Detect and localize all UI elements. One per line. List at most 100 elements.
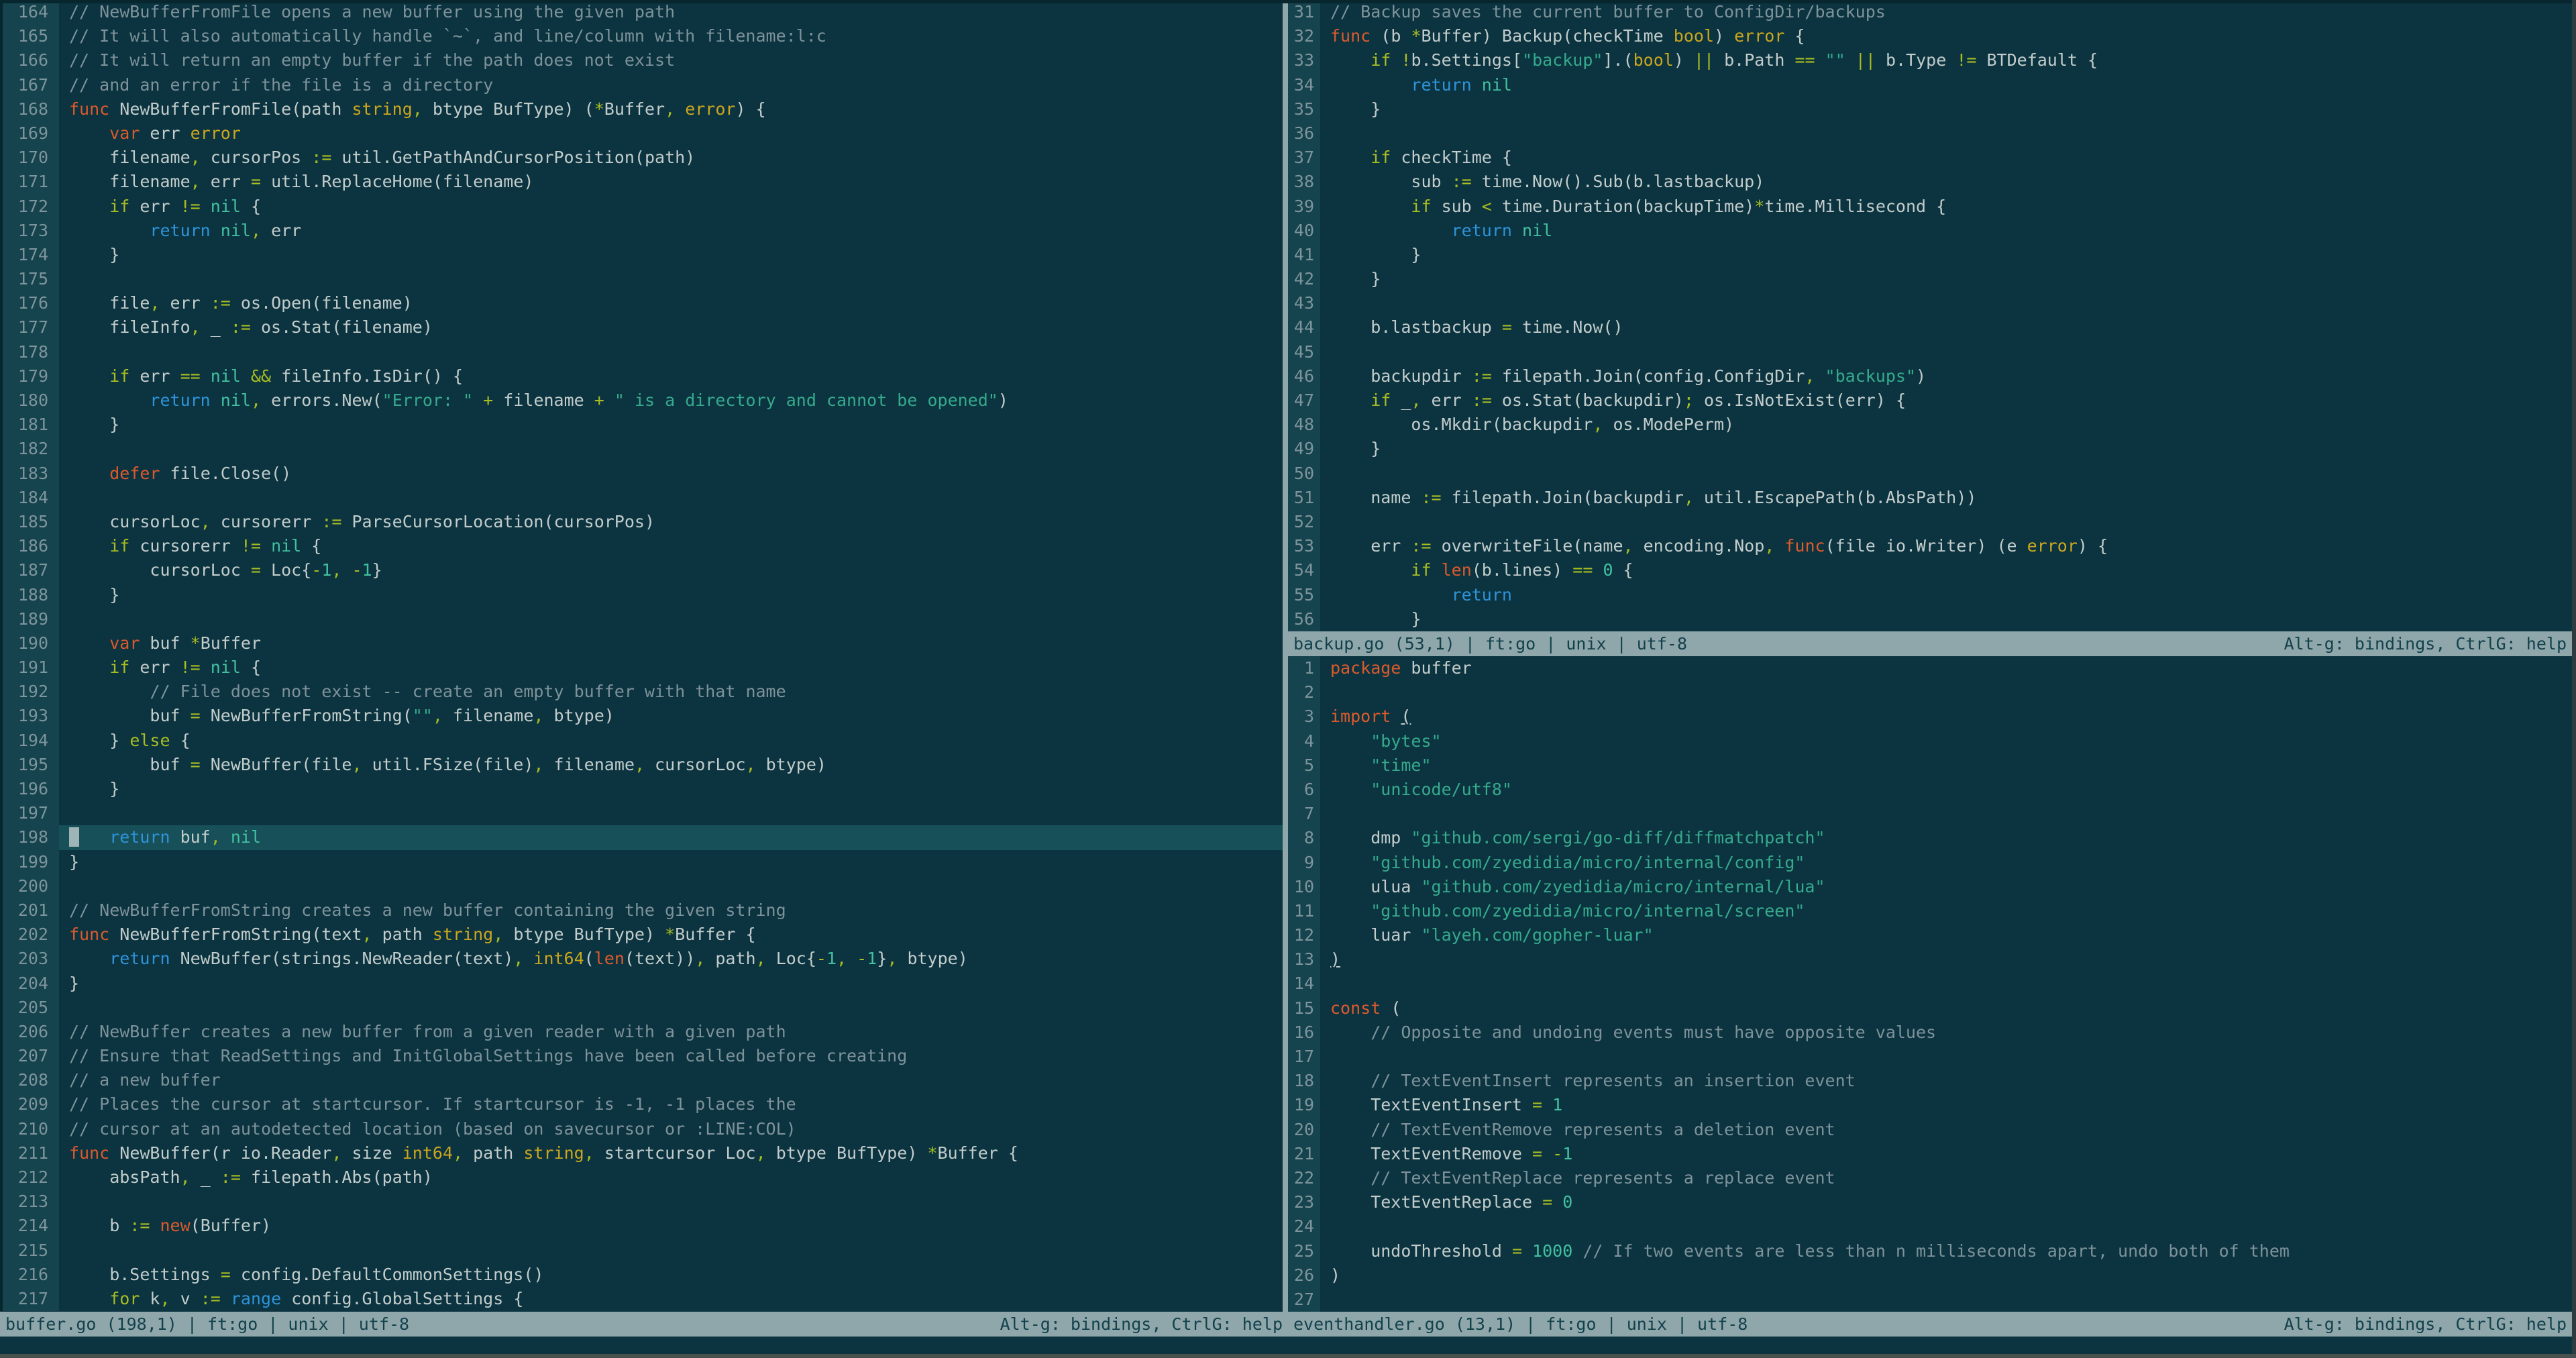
code-line[interactable]: 12 luar "layeh.com/gopher-luar" xyxy=(1288,923,2572,948)
code-line[interactable]: 21 TextEventRemove = -1 xyxy=(1288,1141,2572,1166)
code-text[interactable]: TextEventRemove = -1 xyxy=(1320,1142,2572,1166)
code-text[interactable]: "github.com/zyedidia/micro/internal/conf… xyxy=(1320,851,2572,875)
code-text[interactable]: filename, err = util.ReplaceHome(filenam… xyxy=(59,170,1283,194)
code-line[interactable]: 16 // Opposite and undoing events must h… xyxy=(1288,1020,2572,1045)
code-text[interactable]: "github.com/zyedidia/micro/internal/scre… xyxy=(1320,899,2572,923)
code-text[interactable]: if err != nil { xyxy=(59,195,1283,219)
code-text[interactable]: "bytes" xyxy=(1320,729,2572,753)
code-text[interactable]: // and an error if the file is a directo… xyxy=(59,73,1283,97)
code-line[interactable]: 181 } xyxy=(0,413,1283,437)
code-line[interactable]: 215 xyxy=(0,1238,1283,1263)
code-text[interactable]: dmp "github.com/sergi/go-diff/diffmatchp… xyxy=(1320,826,2572,850)
code-text[interactable]: return nil, err xyxy=(59,219,1283,243)
code-text[interactable]: var err error xyxy=(59,121,1283,146)
code-line[interactable]: 22 // TextEventReplace represents a repl… xyxy=(1288,1165,2572,1191)
code-text[interactable] xyxy=(59,874,1283,898)
code-text[interactable]: // TextEventRemove represents a deletion… xyxy=(1320,1118,2572,1142)
code-text[interactable] xyxy=(59,1190,1283,1214)
code-text[interactable]: return nil xyxy=(1320,73,2572,97)
code-line[interactable]: 27 xyxy=(1288,1287,2572,1312)
code-line[interactable]: 37 if checkTime { xyxy=(1288,146,2572,170)
code-text[interactable] xyxy=(59,340,1283,364)
code-text[interactable] xyxy=(59,437,1283,461)
code-line[interactable]: 5 "time" xyxy=(1288,753,2572,778)
code-line[interactable]: 204} xyxy=(0,971,1283,996)
code-line[interactable]: 47 if _, err := os.Stat(backupdir); os.I… xyxy=(1288,388,2572,413)
code-line[interactable]: 197 xyxy=(0,801,1283,826)
code-text[interactable]: "time" xyxy=(1320,753,2572,778)
code-line[interactable]: 180 return nil, errors.New("Error: " + f… xyxy=(0,388,1283,413)
code-line[interactable]: 199} xyxy=(0,849,1283,874)
code-line[interactable]: 13) xyxy=(1288,947,2572,972)
code-line[interactable]: 172 if err != nil { xyxy=(0,194,1283,219)
code-line[interactable]: 51 name := filepath.Join(backupdir, util… xyxy=(1288,485,2572,510)
code-line[interactable]: 48 os.Mkdir(backupdir, os.ModePerm) xyxy=(1288,413,2572,437)
code-line[interactable]: 201// NewBufferFromString creates a new … xyxy=(0,898,1283,923)
code-line[interactable]: 40 return nil xyxy=(1288,218,2572,243)
code-line[interactable]: 182 xyxy=(0,437,1283,462)
code-line[interactable]: 39 if sub < time.Duration(backupTime)*ti… xyxy=(1288,194,2572,219)
code-line[interactable]: 24 xyxy=(1288,1214,2572,1239)
code-text[interactable]: // It will return an empty buffer if the… xyxy=(59,48,1283,72)
code-line[interactable]: 190 var buf *Buffer xyxy=(0,631,1283,656)
code-line[interactable]: 54 if len(b.lines) == 0 { xyxy=(1288,558,2572,583)
code-text[interactable]: func NewBufferFromFile(path string, btyp… xyxy=(59,97,1283,121)
code-text[interactable]: cursorLoc, cursorerr := ParseCursorLocat… xyxy=(59,510,1283,534)
code-text[interactable]: package buffer xyxy=(1320,656,2572,680)
code-line[interactable]: 206// NewBuffer creates a new buffer fro… xyxy=(0,1019,1283,1045)
code-line[interactable]: 41 } xyxy=(1288,242,2572,268)
code-text[interactable]: if sub < time.Duration(backupTime)*time.… xyxy=(1320,195,2572,219)
code-line[interactable]: 53 err := overwriteFile(name, encoding.N… xyxy=(1288,534,2572,559)
code-line[interactable]: 45 xyxy=(1288,340,2572,364)
code-line[interactable]: 189 xyxy=(0,607,1283,631)
code-line[interactable]: 179 if err == nil && fileInfo.IsDir() { xyxy=(0,364,1283,388)
code-text[interactable]: b.lastbackup = time.Now() xyxy=(1320,315,2572,340)
code-line[interactable]: 19 TextEventInsert = 1 xyxy=(1288,1093,2572,1118)
code-text[interactable]: // NewBufferFromFile opens a new buffer … xyxy=(59,0,1283,24)
code-text[interactable]: func NewBufferFromString(text, path stri… xyxy=(59,923,1283,947)
code-text[interactable] xyxy=(59,267,1283,291)
code-line[interactable]: 17 xyxy=(1288,1045,2572,1069)
code-line[interactable]: 176 file, err := os.Open(filename) xyxy=(0,291,1283,316)
code-line[interactable]: 210// cursor at an autodetected location… xyxy=(0,1116,1283,1141)
code-text[interactable] xyxy=(1320,510,2572,534)
code-line[interactable]: 168 func NewBufferFromFile(path string, b… xyxy=(0,97,1283,121)
code-line[interactable]: 166// It will return an empty buffer if … xyxy=(0,48,1283,73)
code-text[interactable]: if _, err := os.Stat(backupdir); os.IsNo… xyxy=(1320,388,2572,413)
code-line[interactable]: 214 b := new(Buffer) xyxy=(0,1214,1283,1239)
code-line[interactable]: 211 func NewBuffer(r io.Reader, size int6… xyxy=(0,1141,1283,1165)
code-text[interactable]: const ( xyxy=(1320,996,2572,1021)
code-line[interactable]: 6 "unicode/utf8" xyxy=(1288,777,2572,802)
code-text[interactable] xyxy=(1320,1045,2572,1069)
code-text[interactable]: file, err := os.Open(filename) xyxy=(59,291,1283,315)
code-line[interactable]: 50 xyxy=(1288,461,2572,486)
code-line[interactable]: 175 xyxy=(0,267,1283,292)
code-line[interactable]: 174 } xyxy=(0,242,1283,268)
code-text[interactable] xyxy=(1320,680,2572,704)
code-text[interactable]: // It will also automatically handle `~`… xyxy=(59,24,1283,48)
code-line[interactable]: 32 func (b *Buffer) Backup(checkTime bool… xyxy=(1288,24,2572,49)
code-text[interactable]: if checkTime { xyxy=(1320,146,2572,170)
code-text[interactable]: b.Settings = config.DefaultCommonSetting… xyxy=(59,1263,1283,1287)
code-text[interactable]: ulua "github.com/zyedidia/micro/internal… xyxy=(1320,875,2572,899)
code-line[interactable]: 44 b.lastbackup = time.Now() xyxy=(1288,315,2572,340)
code-line[interactable]: 18 // TextEventInsert represents an inse… xyxy=(1288,1069,2572,1094)
code-line[interactable]: 169 var err error xyxy=(0,121,1283,146)
code-text[interactable] xyxy=(59,486,1283,510)
code-line[interactable]: 38 sub := time.Now().Sub(b.lastbackup) xyxy=(1288,170,2572,195)
code-line[interactable]: 192 // File does not exist -- create an … xyxy=(0,680,1283,704)
code-text[interactable]: } xyxy=(1320,243,2572,267)
code-line[interactable]: 208// a new buffer xyxy=(0,1068,1283,1093)
code-line[interactable]: 2 xyxy=(1288,680,2572,705)
code-line[interactable]: 36 xyxy=(1288,121,2572,146)
code-text[interactable]: if cursorerr != nil { xyxy=(59,534,1283,558)
code-text[interactable]: // NewBuffer creates a new buffer from a… xyxy=(59,1020,1283,1044)
code-text[interactable]: // cursor at an autodetected location (b… xyxy=(59,1117,1283,1141)
code-text[interactable]: ) xyxy=(1320,1263,2572,1288)
code-line[interactable]: 52 xyxy=(1288,509,2572,535)
code-text[interactable]: name := filepath.Join(backupdir, util.Es… xyxy=(1320,486,2572,510)
code-text[interactable]: // File does not exist -- create an empt… xyxy=(59,680,1283,704)
code-line[interactable]: 15 const ( xyxy=(1288,996,2572,1021)
code-text[interactable]: } else { xyxy=(59,729,1283,753)
code-line[interactable]: 34 return nil xyxy=(1288,72,2572,97)
